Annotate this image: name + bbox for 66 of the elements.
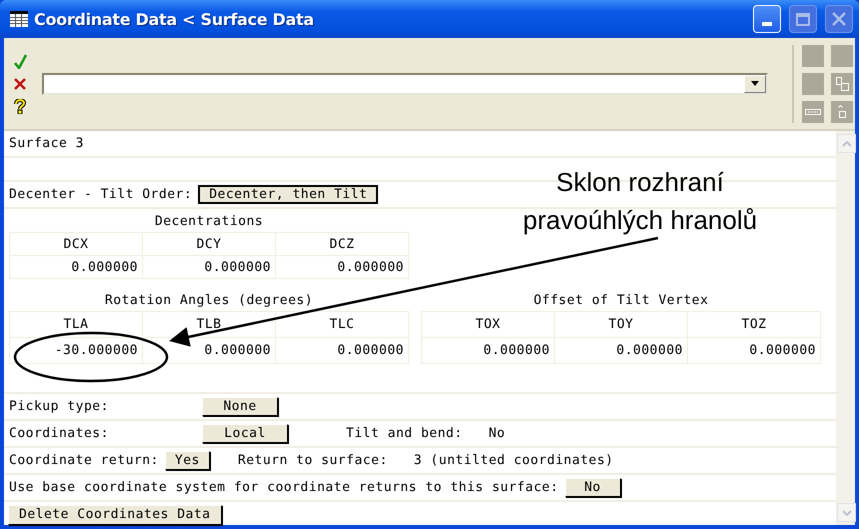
table-cell: -30.000000 <box>10 338 143 364</box>
column-header: TOY <box>555 312 688 338</box>
chevron-down-icon <box>842 510 852 516</box>
close-icon <box>832 12 846 26</box>
field-value: No <box>488 426 506 441</box>
toolbar-button[interactable] <box>831 44 853 66</box>
table-cell: 0.000000 <box>143 338 276 364</box>
column-header: TLB <box>143 312 276 338</box>
column-header: DCZ <box>276 233 409 256</box>
table-cell: 0.000000 <box>422 338 555 364</box>
field-label: Pickup type: <box>9 399 110 414</box>
close-button[interactable] <box>825 5 853 33</box>
surface-label: Surface 3 <box>9 136 84 151</box>
table-cell: 0.000000 <box>143 256 276 279</box>
coordinate-return-button[interactable]: Yes <box>164 451 210 470</box>
field-label: Return to surface: <box>238 453 388 468</box>
annotation-text: pravoúhlých hranolů <box>522 204 758 237</box>
table-cell: 0.000000 <box>688 338 821 364</box>
delete-button[interactable]: Delete Coordinates Data <box>8 504 222 524</box>
column-header: TLA <box>10 312 143 338</box>
field-label: Tilt and bend: <box>346 426 463 441</box>
move-up-icon <box>838 105 846 118</box>
dropdown-arrow-icon <box>751 81 759 86</box>
maximize-icon <box>796 12 810 26</box>
column-header: DCX <box>10 233 143 256</box>
minimize-button[interactable] <box>753 5 781 33</box>
field-label: Coordinate return: <box>9 453 159 468</box>
maximize-button[interactable] <box>789 5 817 33</box>
column-header: TLC <box>276 312 409 338</box>
copy-icon <box>836 76 848 90</box>
field-label: Decenter - Tilt Order: <box>9 187 192 202</box>
window-title: Coordinate Data < Surface Data <box>34 10 314 28</box>
coordinates-button[interactable]: Local <box>202 424 288 443</box>
toolbar-button[interactable] <box>831 72 853 94</box>
cross-icon <box>14 78 26 90</box>
toolbar-button[interactable] <box>831 100 853 122</box>
scroll-down-button[interactable] <box>837 503 856 522</box>
scrollbar[interactable] <box>836 131 855 525</box>
field-label: Coordinates: <box>9 426 110 441</box>
panel-icon <box>805 108 821 114</box>
base-system-button[interactable]: No <box>564 478 621 497</box>
table-cell: 0.000000 <box>555 338 688 364</box>
table-cell: 0.000000 <box>276 338 409 364</box>
toolbar-button[interactable] <box>802 100 824 122</box>
table-icon <box>10 11 28 27</box>
column-header: TOZ <box>688 312 821 338</box>
command-dropdown[interactable] <box>42 72 768 94</box>
annotation-text: Sklon rozhraní <box>556 166 724 199</box>
section-title: Decentrations <box>154 213 264 231</box>
table-cell: 0.000000 <box>10 256 143 279</box>
column-header: DCY <box>143 233 276 256</box>
scroll-up-button[interactable] <box>837 134 856 153</box>
check-icon <box>14 54 26 68</box>
field-label: Use base coordinate system for coordinate returns to this surface: <box>9 480 559 495</box>
section-title: Rotation Angles (degrees) <box>104 292 314 310</box>
column-header: TOX <box>422 312 555 338</box>
question-icon <box>14 98 26 114</box>
tilt-order-button[interactable]: Decenter, then Tilt <box>198 185 378 204</box>
field-value: 3 (untilted coordinates) <box>414 453 614 468</box>
section-title: Offset of Tilt Vertex <box>534 292 708 310</box>
minimize-icon <box>762 22 772 26</box>
pickup-button[interactable]: None <box>202 397 278 416</box>
toolbar-button[interactable] <box>802 44 824 66</box>
toolbar-button[interactable] <box>802 72 824 94</box>
table-cell: 0.000000 <box>276 256 409 279</box>
chevron-up-icon <box>842 140 852 146</box>
